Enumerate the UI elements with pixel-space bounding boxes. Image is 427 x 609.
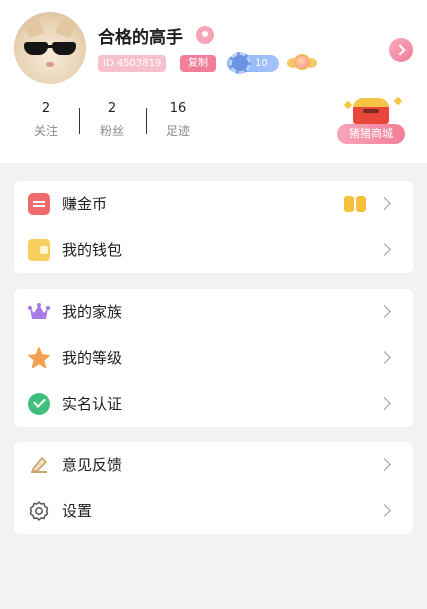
menu-item-label: 我的等级 — [62, 349, 123, 367]
divider — [79, 108, 80, 134]
menu-card-earnings: 赚金币 我的钱包 — [14, 181, 413, 273]
chevron-right-icon — [378, 458, 391, 471]
avatar[interactable] — [14, 12, 86, 84]
menu-item-feedback[interactable]: 意见反馈 — [14, 442, 413, 488]
shop-label: 猪猪商城 — [337, 124, 405, 144]
stat-fans[interactable]: 2 粉丝 — [92, 100, 132, 140]
sparkle-icon — [393, 96, 403, 106]
profile-header: 合格的高手 ID 4503819 复制 10 2 关注 2 粉丝 16 足迹 猪… — [0, 0, 427, 163]
divider — [146, 108, 147, 134]
stat-following[interactable]: 2 关注 — [26, 100, 66, 140]
menu-item-label: 我的钱包 — [62, 241, 123, 259]
menu-item-label: 设置 — [62, 502, 93, 520]
shop-bag-icon — [353, 98, 389, 124]
stat-label: 足迹 — [165, 124, 190, 138]
level-badge: 10 — [227, 52, 279, 74]
profile-detail-arrow-icon[interactable] — [389, 38, 413, 62]
menu-item-verification[interactable]: 实名认证 — [14, 381, 413, 427]
menu-card-account: 我的家族 我的等级 实名认证 — [14, 289, 413, 427]
coins-icon — [344, 196, 368, 212]
level-gear-icon — [229, 52, 251, 74]
menu-item-earn-coins[interactable]: 赚金币 — [14, 181, 413, 227]
crown-icon — [28, 303, 50, 319]
menu-item-family[interactable]: 我的家族 — [14, 289, 413, 335]
chevron-right-icon — [378, 397, 391, 410]
menu-item-label: 实名认证 — [62, 395, 123, 413]
stat-value: 16 — [169, 101, 187, 116]
menu-item-wallet[interactable]: 我的钱包 — [14, 227, 413, 273]
chevron-right-icon — [378, 305, 391, 318]
level-value: 10 — [255, 58, 268, 69]
menu-card-support: 意见反馈 设置 — [14, 442, 413, 534]
username: 合格的高手 — [98, 28, 183, 48]
menu-item-label: 意见反馈 — [62, 456, 123, 474]
chevron-right-icon — [378, 351, 391, 364]
menu-item-label: 我的家族 — [62, 303, 123, 321]
stat-value: 2 — [41, 101, 51, 116]
gear-icon — [29, 501, 49, 521]
user-id-badge: ID 4503819 — [98, 55, 167, 72]
feedback-icon — [31, 457, 47, 473]
stat-label: 粉丝 — [99, 124, 124, 138]
menu-item-level[interactable]: 我的等级 — [14, 335, 413, 381]
chevron-right-icon — [378, 197, 391, 210]
menu-item-label: 赚金币 — [62, 195, 108, 213]
stat-label: 关注 — [33, 124, 58, 138]
medal-icon — [287, 52, 317, 76]
wallet-icon — [28, 239, 50, 261]
verified-icon — [28, 393, 50, 415]
sparkle-icon — [343, 100, 353, 110]
star-icon — [28, 347, 50, 369]
copy-id-button[interactable]: 复制 — [180, 55, 216, 72]
chevron-right-icon — [378, 243, 391, 256]
coin-list-icon — [28, 193, 50, 215]
menu-item-settings[interactable]: 设置 — [14, 488, 413, 534]
stat-footprints[interactable]: 16 足迹 — [158, 100, 198, 140]
shop-button[interactable]: 猪猪商城 — [337, 96, 405, 148]
stat-value: 2 — [107, 101, 117, 116]
location-icon — [196, 26, 214, 44]
chevron-right-icon — [378, 504, 391, 517]
